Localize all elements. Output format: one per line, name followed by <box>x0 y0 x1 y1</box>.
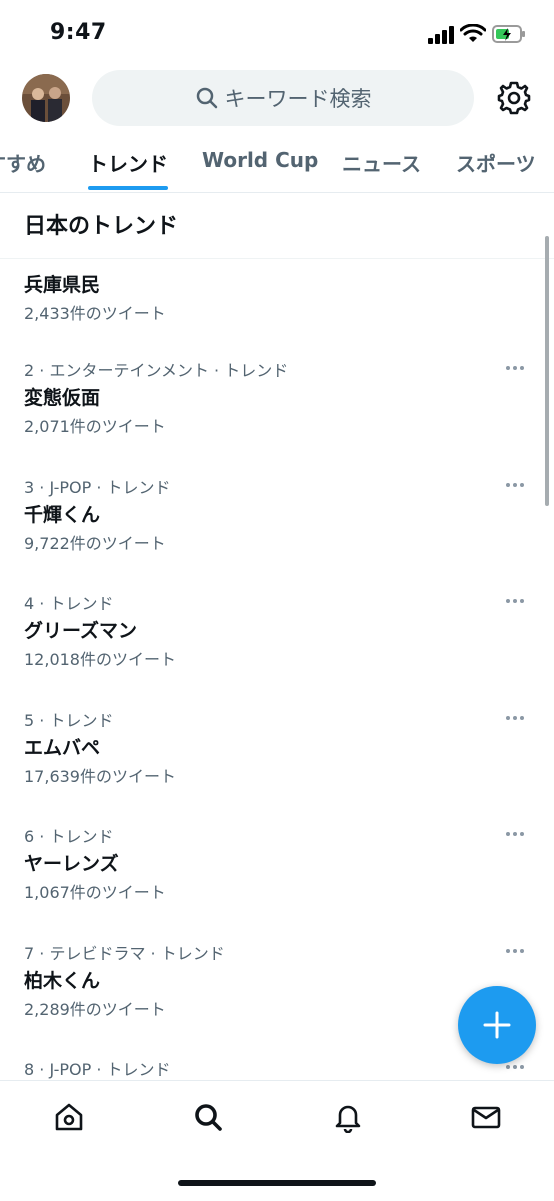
trend-item[interactable]: 3 · J-POP · トレンド 千輝くん 9,722件のツイート <box>0 474 554 590</box>
trend-context: 6 · トレンド <box>24 827 114 846</box>
trend-tweet-count: 2,071件のツイート <box>24 417 166 436</box>
trend-tweet-count: 1,067件のツイート <box>24 883 166 902</box>
trend-name: ヤーレンズ <box>24 853 119 875</box>
tab-trending[interactable]: トレンド <box>88 148 168 177</box>
trend-context: 2 · エンターテインメント · トレンド <box>24 361 289 380</box>
search-icon <box>196 87 217 109</box>
explore-tabs: すすめ トレンド World Cup ニュース スポーツ <box>0 134 554 193</box>
search-placeholder: キーワード検索 <box>224 87 372 111</box>
trend-context: 7 · テレビドラマ · トレンド <box>24 944 225 963</box>
trend-name: 変態仮面 <box>24 387 101 409</box>
tab-world-cup[interactable]: World Cup <box>202 148 318 172</box>
top-bar: キーワード検索 <box>0 62 554 134</box>
status-time: 9:47 <box>50 20 107 45</box>
trend-item[interactable]: 5 · トレンド エムバペ 17,639件のツイート <box>0 707 554 823</box>
gear-icon[interactable] <box>496 80 532 116</box>
trend-context: 8 · J-POP · トレンド <box>24 1060 171 1079</box>
battery-charging-icon <box>492 25 525 43</box>
status-bar: 9:47 <box>0 0 554 62</box>
more-icon[interactable] <box>506 590 530 610</box>
tab-recommended[interactable]: すすめ <box>0 148 46 177</box>
more-icon[interactable] <box>506 707 530 727</box>
trend-name: 千輝くん <box>24 504 101 526</box>
trend-tweet-count: 9,722件のツイート <box>24 534 166 553</box>
more-icon[interactable] <box>506 474 530 494</box>
trend-item[interactable]: 2 · エンターテインメント · トレンド 変態仮面 2,071件のツイート <box>0 357 554 473</box>
divider <box>0 258 554 259</box>
trend-name: グリーズマン <box>24 620 138 642</box>
more-icon[interactable] <box>506 823 530 843</box>
trend-context: 4 · トレンド <box>24 594 114 613</box>
profile-avatar[interactable] <box>22 74 70 122</box>
trend-tweet-count: 17,639件のツイート <box>24 767 176 786</box>
tab-news[interactable]: ニュース <box>342 148 421 177</box>
mail-icon[interactable] <box>470 1101 502 1133</box>
trend-tweet-count: 12,018件のツイート <box>24 650 176 669</box>
trend-item[interactable]: 4 · トレンド グリーズマン 12,018件のツイート <box>0 590 554 706</box>
trend-name: 兵庫県民 <box>24 274 101 296</box>
section-title: 日本のトレンド <box>24 214 179 239</box>
active-tab-indicator <box>88 186 168 190</box>
trend-tweet-count: 2,289件のツイート <box>24 1000 166 1019</box>
plus-icon <box>483 1011 511 1039</box>
trend-context: 5 · トレンド <box>24 711 114 730</box>
trend-item[interactable]: 6 · トレンド ヤーレンズ 1,067件のツイート <box>0 823 554 939</box>
home-indicator <box>178 1180 376 1186</box>
avatar-photo <box>22 74 70 122</box>
compose-button[interactable] <box>458 986 536 1064</box>
trend-name: 柏木くん <box>24 970 101 992</box>
bell-icon[interactable] <box>332 1101 364 1133</box>
trend-context: 3 · J-POP · トレンド <box>24 478 171 497</box>
scrollbar[interactable] <box>545 236 549 506</box>
more-icon[interactable] <box>506 940 530 960</box>
search-icon[interactable] <box>192 1101 224 1133</box>
tab-sports[interactable]: スポーツ <box>456 148 536 177</box>
trend-name: エムバペ <box>24 737 101 759</box>
home-icon[interactable] <box>53 1101 85 1133</box>
cellular-signal-icon <box>428 26 454 44</box>
trend-tweet-count: 2,433件のツイート <box>24 304 166 323</box>
wifi-icon <box>460 24 486 42</box>
search-input[interactable]: キーワード検索 <box>92 70 474 126</box>
more-icon[interactable] <box>506 357 530 377</box>
